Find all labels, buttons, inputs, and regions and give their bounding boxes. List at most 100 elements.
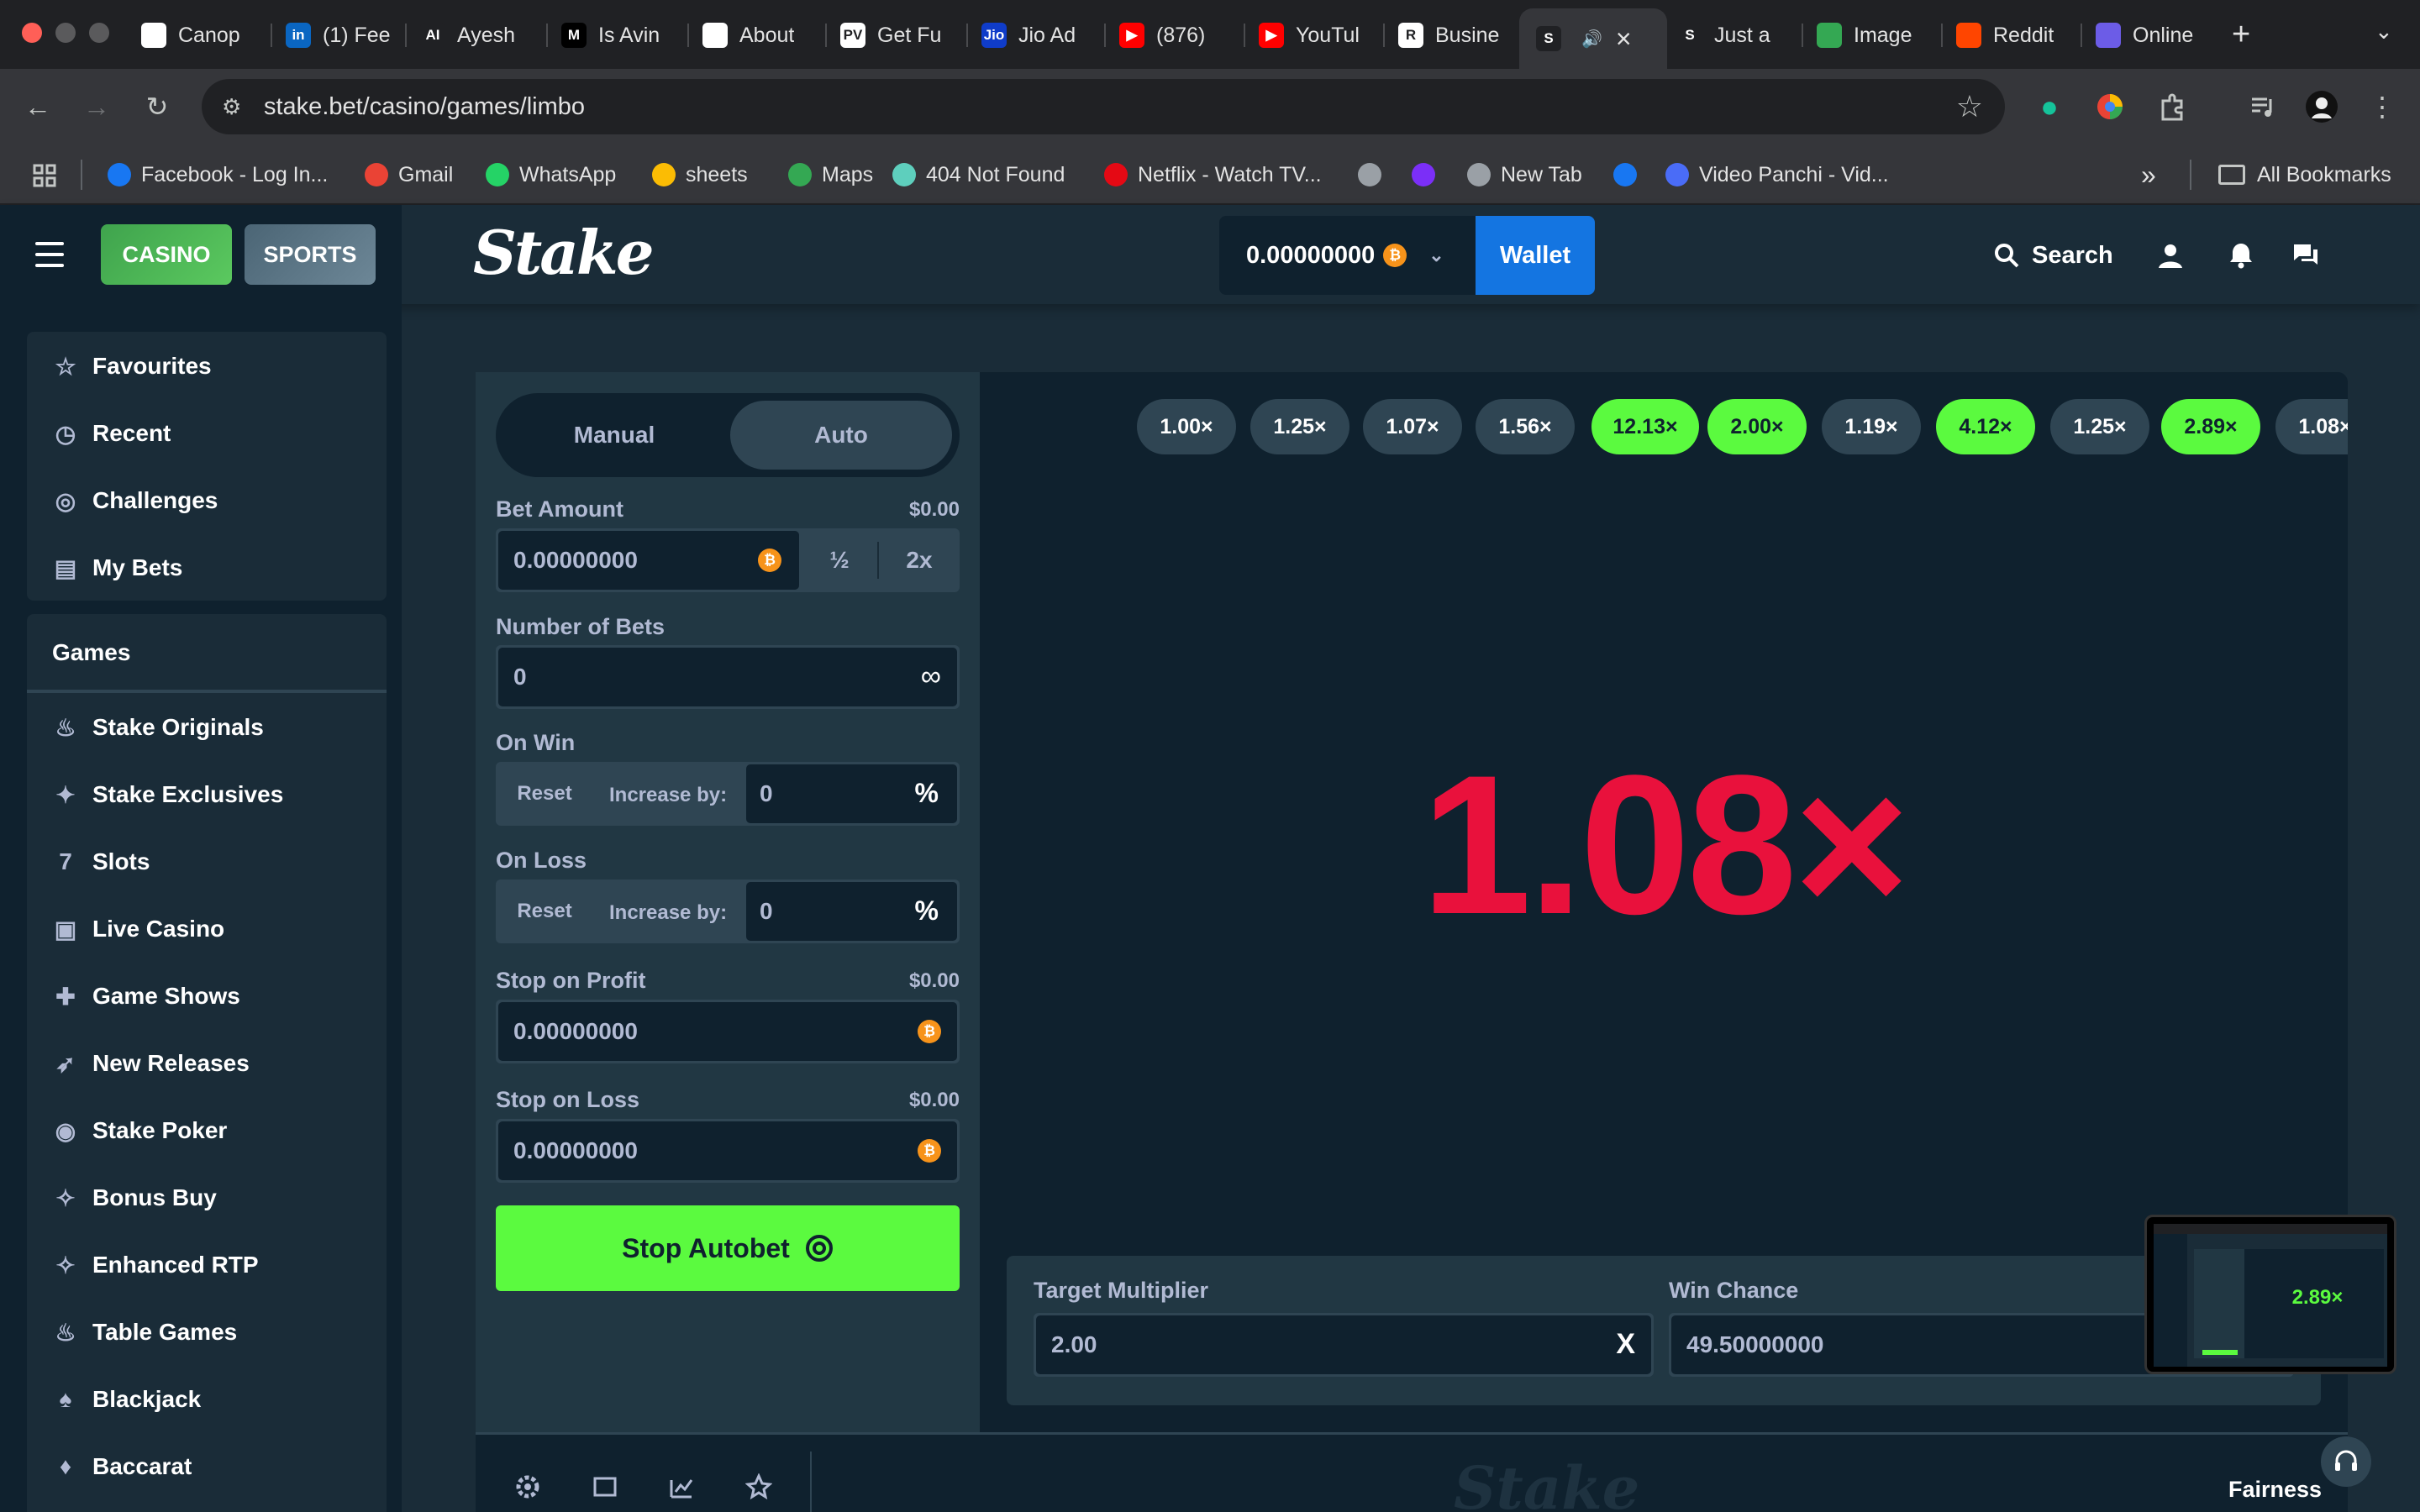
sidebar-item-stake-exclusives[interactable]: ✦ Stake Exclusives bbox=[27, 761, 387, 828]
sidebar-item-baccarat[interactable]: ♦ Baccarat bbox=[27, 1433, 387, 1500]
history-chip[interactable]: 2.00× bbox=[1707, 399, 1807, 454]
sidebar-item-enhanced-rtp[interactable]: ✧ Enhanced RTP bbox=[27, 1231, 387, 1299]
bookmark-item[interactable]: 404 Not Found bbox=[892, 160, 1065, 190]
sidebar-games-heading[interactable]: Games bbox=[27, 619, 387, 686]
theatre-mode-icon[interactable] bbox=[590, 1472, 620, 1502]
live-stats-icon[interactable] bbox=[666, 1472, 697, 1502]
bookmark-item[interactable] bbox=[1358, 160, 1381, 190]
wallet-button[interactable]: Wallet bbox=[1476, 216, 1595, 295]
bet-amount-input[interactable]: 0.00000000 bbox=[498, 531, 799, 590]
history-chip[interactable]: 1.00× bbox=[1137, 399, 1236, 454]
bookmark-item[interactable]: sheets bbox=[652, 160, 748, 190]
double-bet-button[interactable]: 2x bbox=[879, 528, 960, 592]
maximize-window-button[interactable] bbox=[89, 23, 109, 43]
browser-tab[interactable]: PV Get Fu bbox=[840, 12, 950, 59]
color-extension-icon[interactable] bbox=[2091, 87, 2129, 126]
browser-tab[interactable]: ▶ YouTul bbox=[1259, 12, 1368, 59]
favourite-star-icon[interactable] bbox=[744, 1472, 774, 1502]
support-headset-icon[interactable] bbox=[2321, 1436, 2371, 1487]
bookmark-item[interactable]: Maps bbox=[788, 160, 873, 190]
picture-in-picture-window[interactable]: 2.89× bbox=[2144, 1215, 2396, 1374]
bookmark-item[interactable] bbox=[1613, 160, 1637, 190]
history-chip[interactable]: 1.56× bbox=[1476, 399, 1575, 454]
search-button[interactable]: Search bbox=[1993, 238, 2113, 273]
history-chip[interactable]: 1.08× bbox=[2275, 399, 2348, 454]
bookmark-item[interactable]: WhatsApp bbox=[486, 160, 616, 190]
on-win-reset-button[interactable]: Reset bbox=[498, 764, 591, 823]
browser-tab[interactable]: ▶ (876) bbox=[1119, 12, 1228, 59]
bookmark-item[interactable]: Gmail bbox=[365, 160, 453, 190]
history-chip[interactable]: 1.19× bbox=[1822, 399, 1921, 454]
sports-tab-button[interactable]: SPORTS bbox=[245, 224, 376, 285]
sidebar-item-table-games[interactable]: ♨ Table Games bbox=[27, 1299, 387, 1366]
extensions-icon[interactable] bbox=[2153, 87, 2191, 126]
browser-tab[interactable]: Image bbox=[1817, 12, 1926, 59]
stake-logo[interactable]: Stake bbox=[473, 217, 655, 288]
infinity-icon[interactable]: ∞ bbox=[921, 660, 941, 693]
browser-tab-active[interactable]: S 🔊 × bbox=[1519, 8, 1667, 69]
sidebar-item-stake-poker[interactable]: ◉ Stake Poker bbox=[27, 1097, 387, 1164]
bookmark-star-icon[interactable]: ☆ bbox=[1956, 89, 1983, 124]
more-bookmarks-button[interactable]: » bbox=[2141, 160, 2156, 190]
half-bet-button[interactable]: ½ bbox=[802, 528, 877, 592]
browser-tab[interactable]: AI Ayesh bbox=[420, 12, 529, 59]
forward-icon[interactable]: → bbox=[77, 87, 116, 126]
history-chip[interactable]: 1.25× bbox=[2050, 399, 2149, 454]
bookmark-item[interactable] bbox=[1412, 160, 1435, 190]
settings-gear-icon[interactable] bbox=[513, 1472, 543, 1502]
browser-tab[interactable]: Canop bbox=[141, 12, 250, 59]
browser-tab[interactable]: Reddit bbox=[1956, 12, 2065, 59]
sidebar-item-challenges[interactable]: ◎ Challenges bbox=[27, 467, 387, 534]
browser-tab[interactable]: R Busine bbox=[1398, 12, 1507, 59]
bookmark-item[interactable]: Facebook - Log In... bbox=[108, 160, 328, 190]
sidebar-item-blackjack[interactable]: ♠ Blackjack bbox=[27, 1366, 387, 1433]
sidebar-item-recent[interactable]: ◷ Recent bbox=[27, 400, 387, 467]
grammarly-extension-icon[interactable]: ● bbox=[2030, 87, 2069, 126]
sidebar-item-new-releases[interactable]: ➶ New Releases bbox=[27, 1030, 387, 1097]
on-loss-reset-button[interactable]: Reset bbox=[498, 882, 591, 941]
user-icon[interactable] bbox=[2154, 239, 2187, 272]
close-window-button[interactable] bbox=[22, 23, 42, 43]
address-bar[interactable]: ⚙ stake.bet/casino/games/limbo ☆ bbox=[202, 79, 2005, 134]
browser-tab[interactable]: S Just a bbox=[1677, 12, 1786, 59]
notifications-bell-icon[interactable] bbox=[2224, 239, 2258, 272]
sidebar-item-stake-originals[interactable]: ♨ Stake Originals bbox=[27, 694, 387, 761]
profile-avatar[interactable] bbox=[2302, 87, 2341, 126]
history-chip[interactable]: 2.89× bbox=[2161, 399, 2260, 454]
sidebar-item-bonus-buy[interactable]: ✧ Bonus Buy bbox=[27, 1164, 387, 1231]
browser-tab[interactable]: in (1) Fee bbox=[286, 12, 395, 59]
tab-close-icon[interactable]: × bbox=[1616, 24, 1632, 55]
bookmark-item[interactable]: Video Panchi - Vid... bbox=[1665, 160, 1889, 190]
history-chip[interactable]: 12.13× bbox=[1591, 399, 1699, 454]
browser-tab[interactable]: Online bbox=[2096, 12, 2205, 59]
sidebar-item-favourites[interactable]: ☆ Favourites bbox=[27, 333, 387, 400]
new-tab-button[interactable]: + bbox=[2232, 17, 2250, 53]
target-multiplier-input[interactable]: 2.00 bbox=[1036, 1315, 1651, 1374]
stop-on-profit-input[interactable]: 0.00000000 bbox=[498, 1002, 957, 1061]
reload-icon[interactable]: ↻ bbox=[138, 87, 176, 126]
stop-autobet-button[interactable]: Stop Autobet bbox=[496, 1205, 960, 1291]
history-chip[interactable]: 1.07× bbox=[1363, 399, 1462, 454]
history-chip[interactable]: 4.12× bbox=[1936, 399, 2035, 454]
on-win-input[interactable]: 0 % bbox=[746, 764, 957, 823]
bookmark-item[interactable]: Netflix - Watch TV... bbox=[1104, 160, 1322, 190]
sidebar-item-slots[interactable]: 7 Slots bbox=[27, 828, 387, 895]
sidebar-item-game-shows[interactable]: ✚ Game Shows bbox=[27, 963, 387, 1030]
minimize-window-button[interactable] bbox=[55, 23, 76, 43]
auto-mode-button[interactable]: Auto bbox=[730, 401, 952, 470]
chat-icon[interactable] bbox=[2289, 239, 2323, 272]
media-control-icon[interactable] bbox=[2244, 87, 2282, 126]
fairness-link[interactable]: Fairness bbox=[2228, 1477, 2322, 1503]
sidebar-item-live-casino[interactable]: ▣ Live Casino bbox=[27, 895, 387, 963]
manual-mode-button[interactable]: Manual bbox=[503, 401, 725, 470]
casino-tab-button[interactable]: CASINO bbox=[101, 224, 232, 285]
browser-menu-icon[interactable]: ⋮ bbox=[2363, 87, 2402, 126]
browser-tab[interactable]: M Is Avin bbox=[561, 12, 671, 59]
stop-on-loss-input[interactable]: 0.00000000 bbox=[498, 1121, 957, 1180]
tab-search-icon[interactable]: ⌄ bbox=[2375, 18, 2393, 45]
sidebar-item-my-bets[interactable]: ▤ My Bets bbox=[27, 534, 387, 601]
bookmark-item[interactable]: New Tab bbox=[1467, 160, 1582, 190]
history-chip[interactable]: 1.25× bbox=[1250, 399, 1349, 454]
on-loss-input[interactable]: 0 % bbox=[746, 882, 957, 941]
browser-tab[interactable]: Jio Jio Ad bbox=[981, 12, 1091, 59]
